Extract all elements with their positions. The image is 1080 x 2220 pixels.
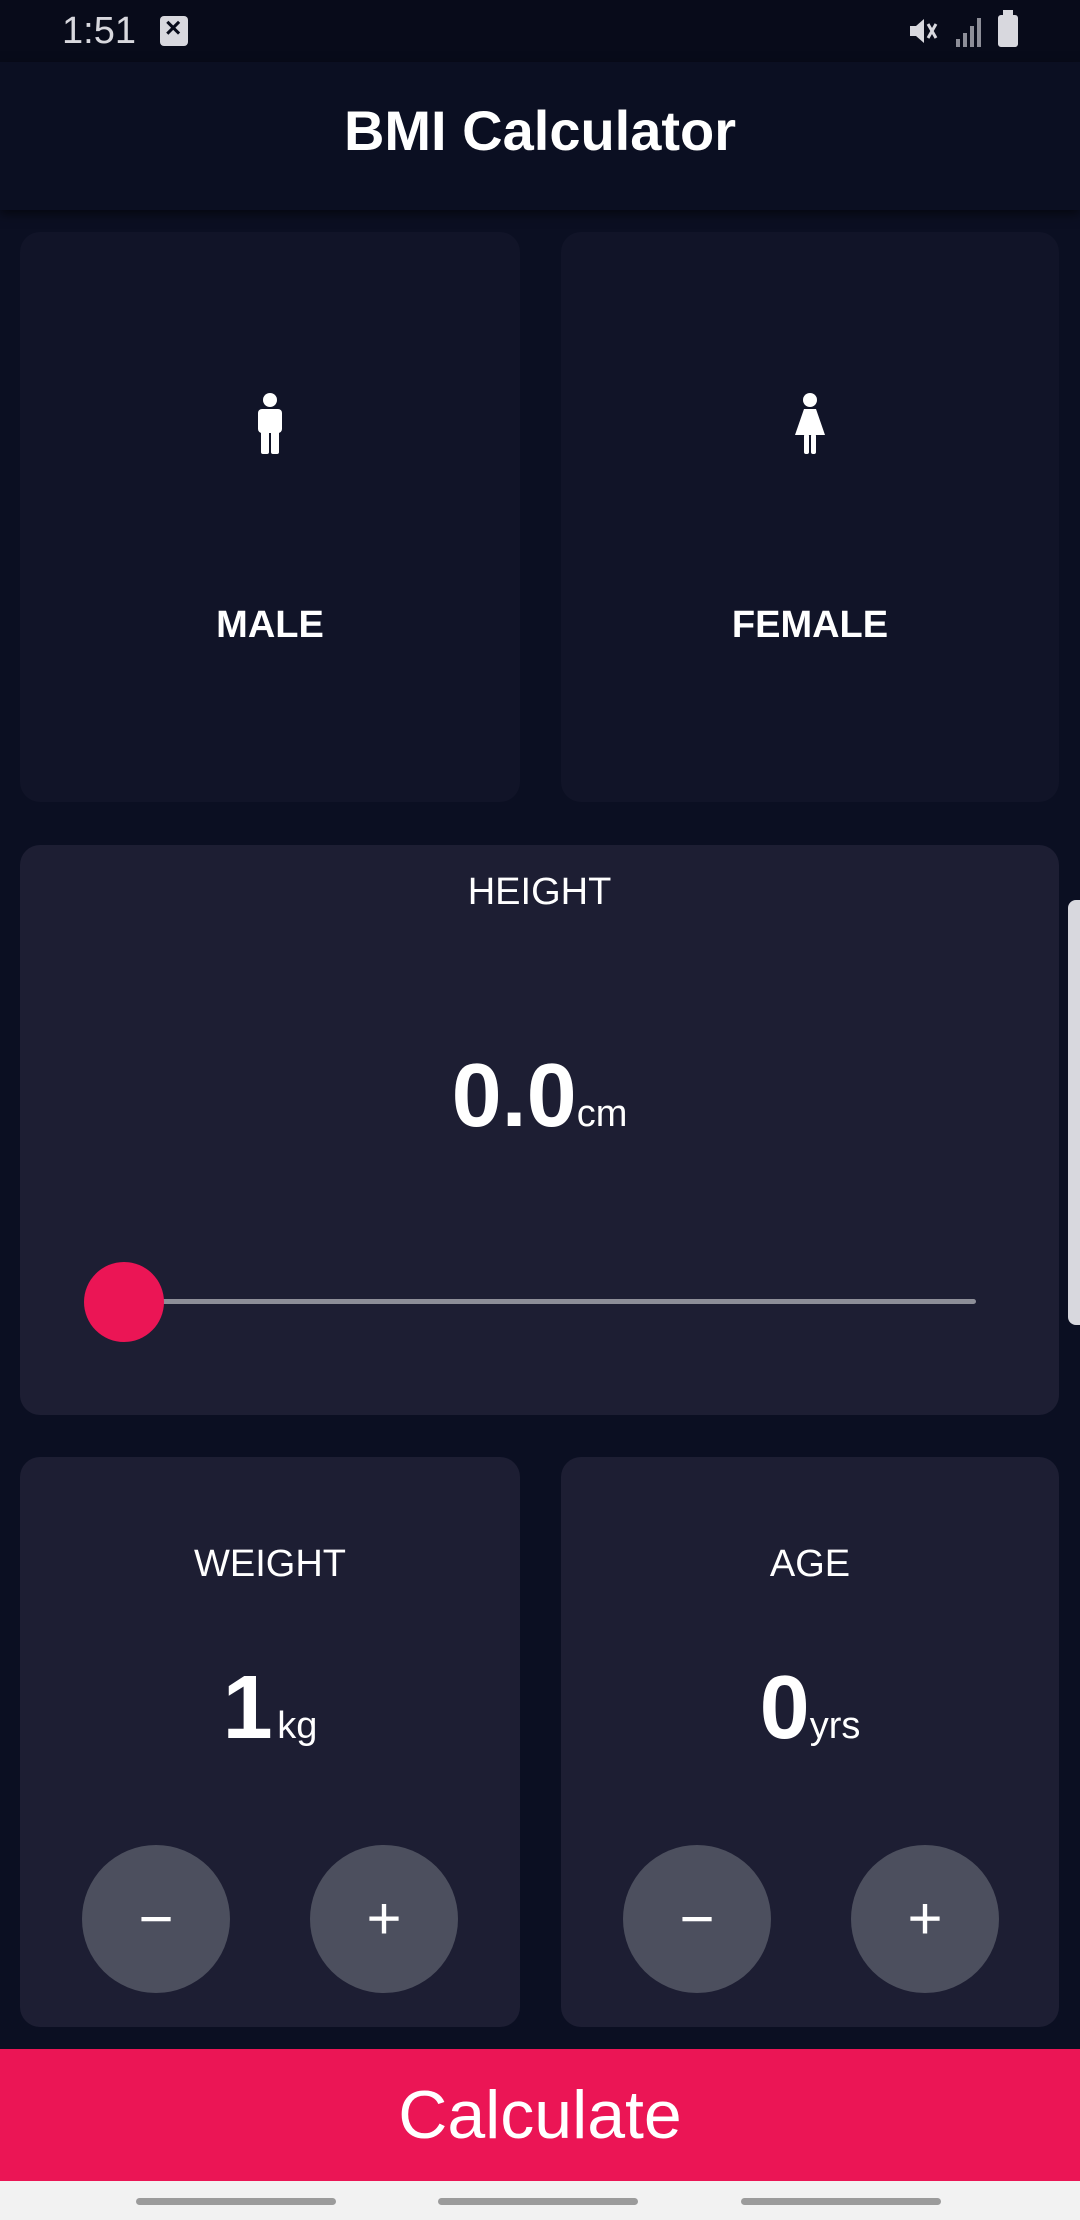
weight-label: WEIGHT (194, 1543, 346, 1585)
weight-plus-button[interactable]: + (310, 1845, 458, 1993)
height-value: 0.0 (451, 1046, 577, 1146)
page-title: BMI Calculator (343, 99, 737, 162)
signal-icon (956, 18, 981, 47)
notification-icon (160, 12, 188, 46)
nav-back-button[interactable] (741, 2198, 941, 2205)
weight-minus-button[interactable]: − (82, 1845, 230, 1993)
age-unit: yrs (809, 1705, 861, 1747)
status-icons (906, 10, 1018, 48)
age-value: 0 (759, 1658, 810, 1758)
height-unit: cm (576, 1093, 628, 1135)
age-card: AGE 0yrs − + (561, 1457, 1059, 2027)
age-readout: 0yrs (561, 1657, 1059, 1760)
height-slider-thumb[interactable] (84, 1262, 164, 1342)
system-nav-bar (0, 2181, 1080, 2220)
female-icon (795, 393, 825, 454)
app-bar: BMI Calculator (0, 62, 1080, 210)
battery-icon (998, 10, 1018, 47)
age-plus-button[interactable]: + (851, 1845, 999, 1993)
nav-recent-button[interactable] (136, 2198, 336, 2205)
age-label: AGE (769, 1543, 851, 1585)
male-label: MALE (216, 604, 324, 646)
height-label: HEIGHT (467, 871, 612, 913)
scroll-indicator[interactable] (1068, 900, 1080, 1325)
age-minus-button[interactable]: − (623, 1845, 771, 1993)
weight-value: 1 (222, 1658, 273, 1758)
status-bar: 1:51 (0, 0, 1080, 62)
calculate-button[interactable]: Calculate (0, 2049, 1080, 2181)
weight-readout: 1 kg (20, 1657, 520, 1760)
male-card[interactable]: MALE (20, 232, 520, 802)
height-slider-track[interactable] (124, 1299, 976, 1304)
mute-icon (910, 19, 938, 43)
male-icon (258, 393, 282, 454)
height-card: HEIGHT 0.0cm (20, 845, 1059, 1415)
nav-home-button[interactable] (438, 2198, 638, 2205)
height-readout: 0.0cm (20, 1045, 1059, 1148)
female-label: FEMALE (731, 604, 889, 646)
weight-unit: kg (277, 1705, 318, 1747)
female-card[interactable]: FEMALE (561, 232, 1059, 802)
status-time: 1:51 (62, 10, 136, 52)
weight-card: WEIGHT 1 kg − + (20, 1457, 520, 2027)
